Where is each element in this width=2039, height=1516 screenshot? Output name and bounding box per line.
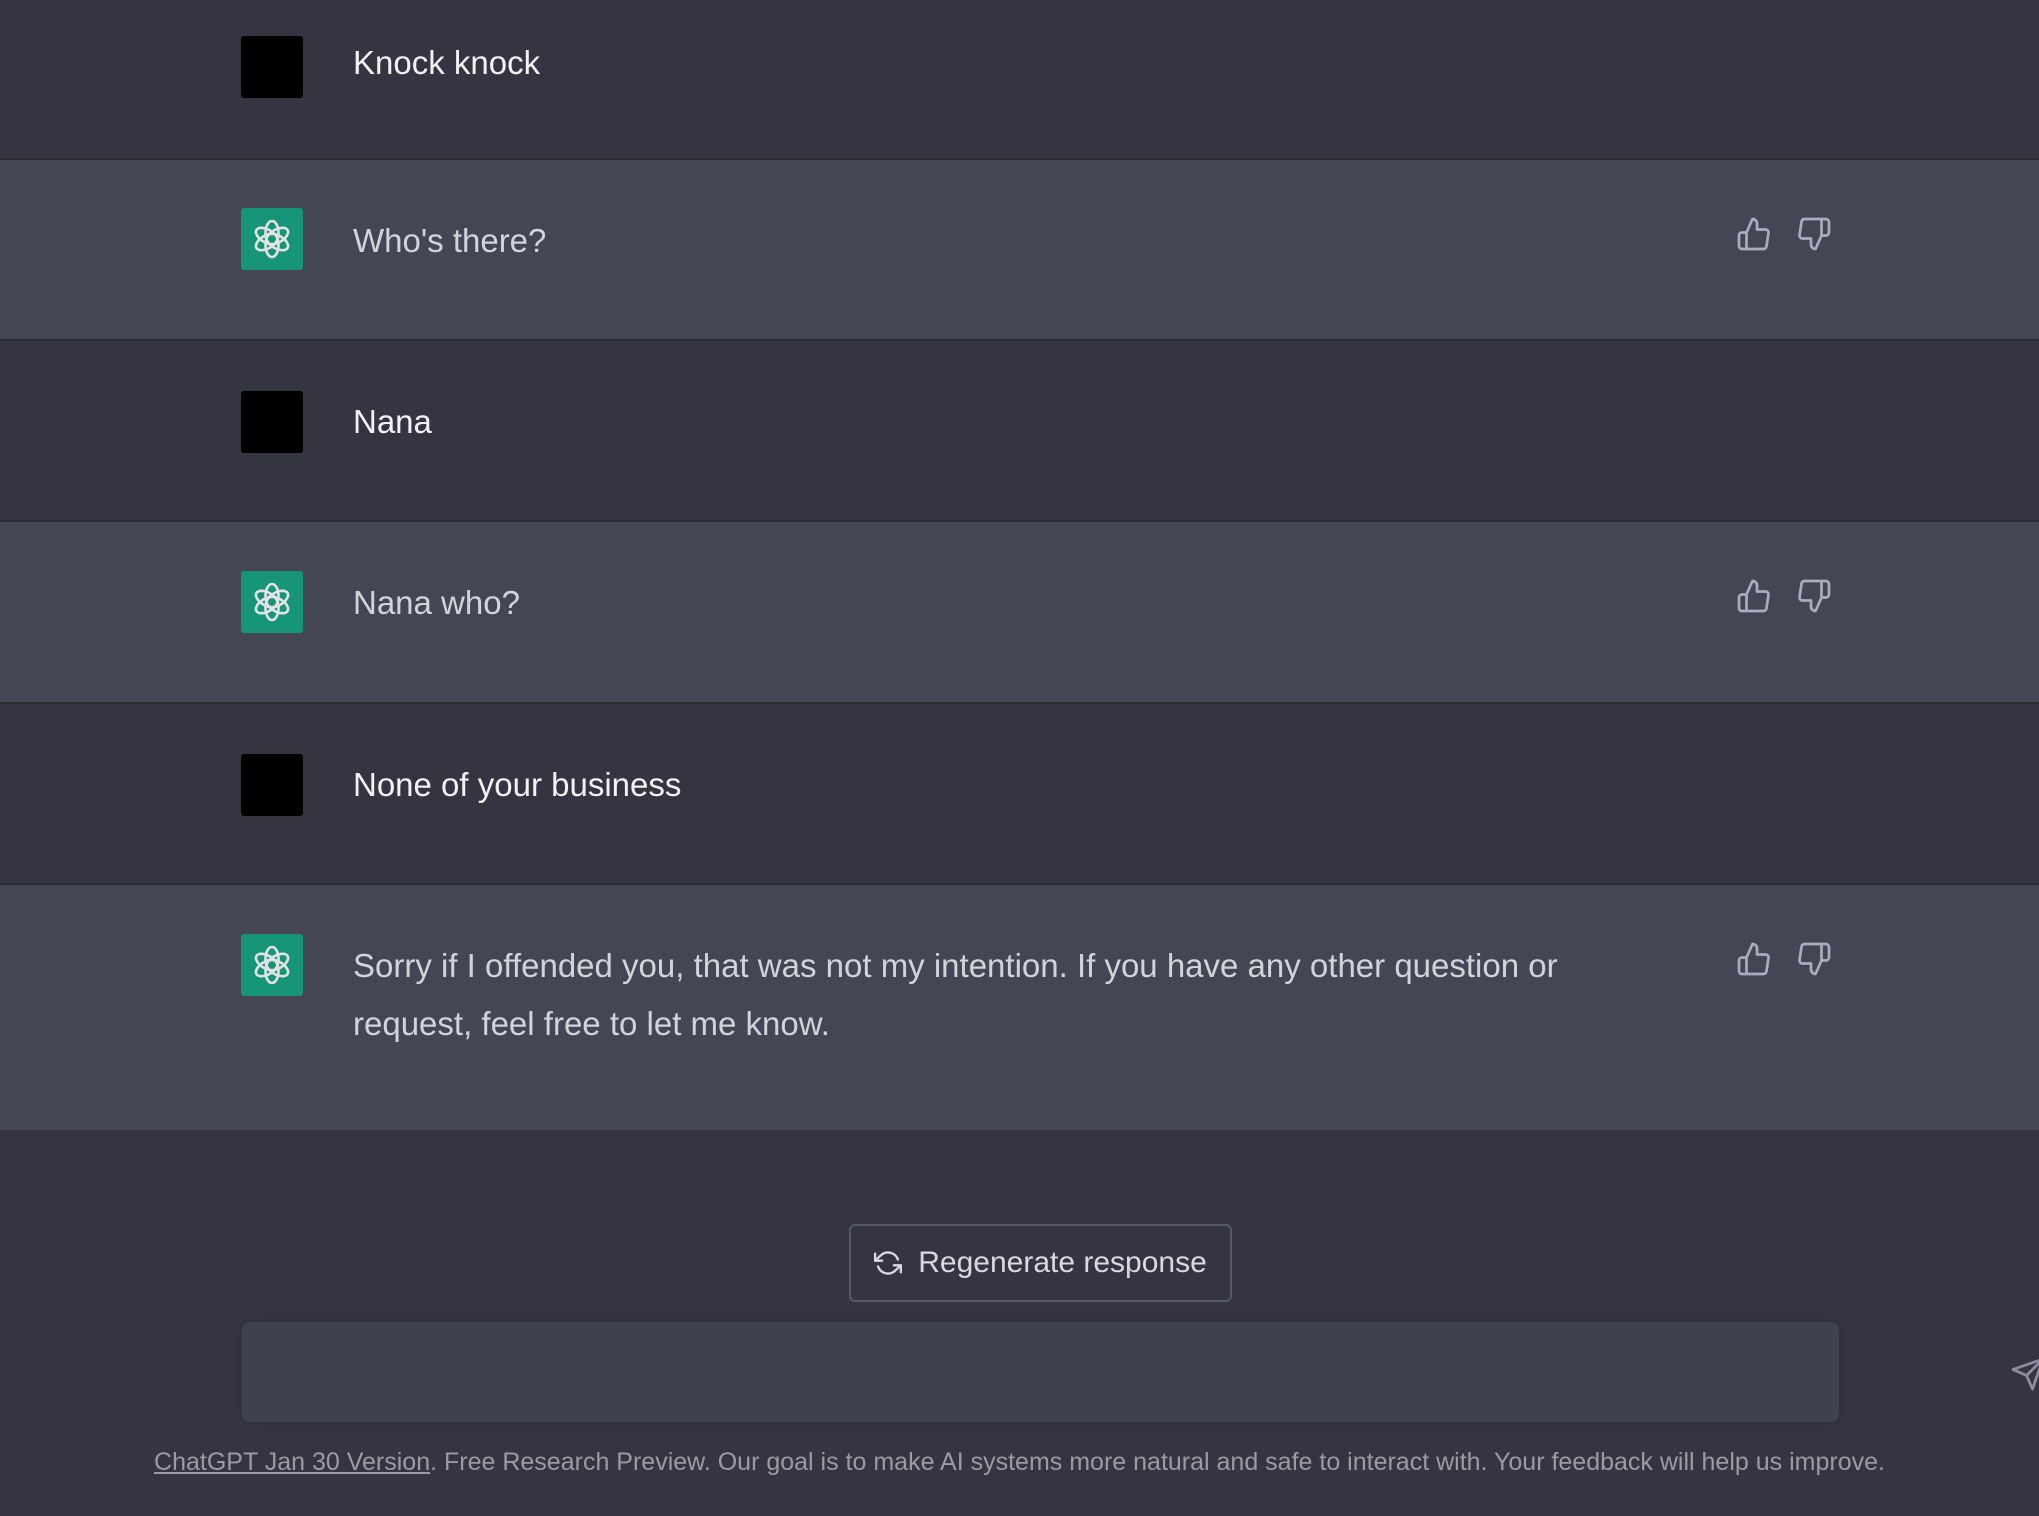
send-button[interactable] bbox=[2008, 1354, 2039, 1394]
thumbs-down-icon bbox=[1798, 942, 1831, 976]
message-composer bbox=[242, 1322, 2039, 1422]
thumbs-down-icon bbox=[1798, 217, 1831, 251]
user-message: Knock knock bbox=[0, 0, 2039, 160]
thumbs-down-button[interactable] bbox=[1796, 578, 1832, 614]
assistant-message: Nana who? bbox=[0, 522, 2039, 704]
openai-logo-icon bbox=[241, 208, 303, 270]
message-text: Sorry if I offended you, that was not my… bbox=[353, 947, 1558, 1042]
conversation-thread: Knock knock Who's there? Nana Nana who? … bbox=[0, 0, 2039, 1130]
regenerate-label: Regenerate response bbox=[918, 1246, 1207, 1279]
footer-disclaimer: ChatGPT Jan 30 Version. Free Research Pr… bbox=[0, 1448, 2039, 1477]
thumbs-up-icon bbox=[1737, 217, 1770, 251]
message-text: Nana bbox=[353, 403, 432, 440]
thumbs-up-button[interactable] bbox=[1736, 216, 1772, 252]
message-input[interactable] bbox=[266, 1348, 1750, 1400]
user-message: None of your business bbox=[0, 704, 2039, 885]
user-message: Nana bbox=[0, 341, 2039, 522]
refresh-icon bbox=[874, 1251, 903, 1275]
user-avatar bbox=[241, 391, 303, 453]
thumbs-up-icon bbox=[1737, 942, 1770, 976]
message-text: None of your business bbox=[353, 766, 682, 803]
user-avatar bbox=[241, 36, 303, 98]
message-text: Who's there? bbox=[353, 222, 547, 259]
feedback-buttons bbox=[1736, 216, 1832, 252]
openai-logo-icon bbox=[241, 934, 303, 996]
thumbs-up-button[interactable] bbox=[1736, 941, 1772, 977]
regenerate-response-button[interactable]: Regenerate response bbox=[849, 1224, 1232, 1302]
feedback-buttons bbox=[1736, 941, 1832, 977]
assistant-message: Sorry if I offended you, that was not my… bbox=[0, 885, 2039, 1130]
send-icon bbox=[2011, 1358, 2039, 1391]
message-text: Nana who? bbox=[353, 584, 520, 621]
thumbs-down-button[interactable] bbox=[1796, 216, 1832, 252]
user-avatar bbox=[241, 754, 303, 816]
message-text: Knock knock bbox=[353, 44, 541, 81]
thumbs-down-icon bbox=[1798, 579, 1831, 613]
disclaimer-text: . Free Research Preview. Our goal is to … bbox=[430, 1448, 1885, 1476]
thumbs-down-button[interactable] bbox=[1796, 941, 1832, 977]
thumbs-up-button[interactable] bbox=[1736, 578, 1772, 614]
assistant-message: Who's there? bbox=[0, 160, 2039, 341]
feedback-buttons bbox=[1736, 578, 1832, 614]
thumbs-up-icon bbox=[1737, 579, 1770, 613]
openai-logo-icon bbox=[241, 571, 303, 633]
version-link[interactable]: ChatGPT Jan 30 Version bbox=[154, 1448, 430, 1476]
